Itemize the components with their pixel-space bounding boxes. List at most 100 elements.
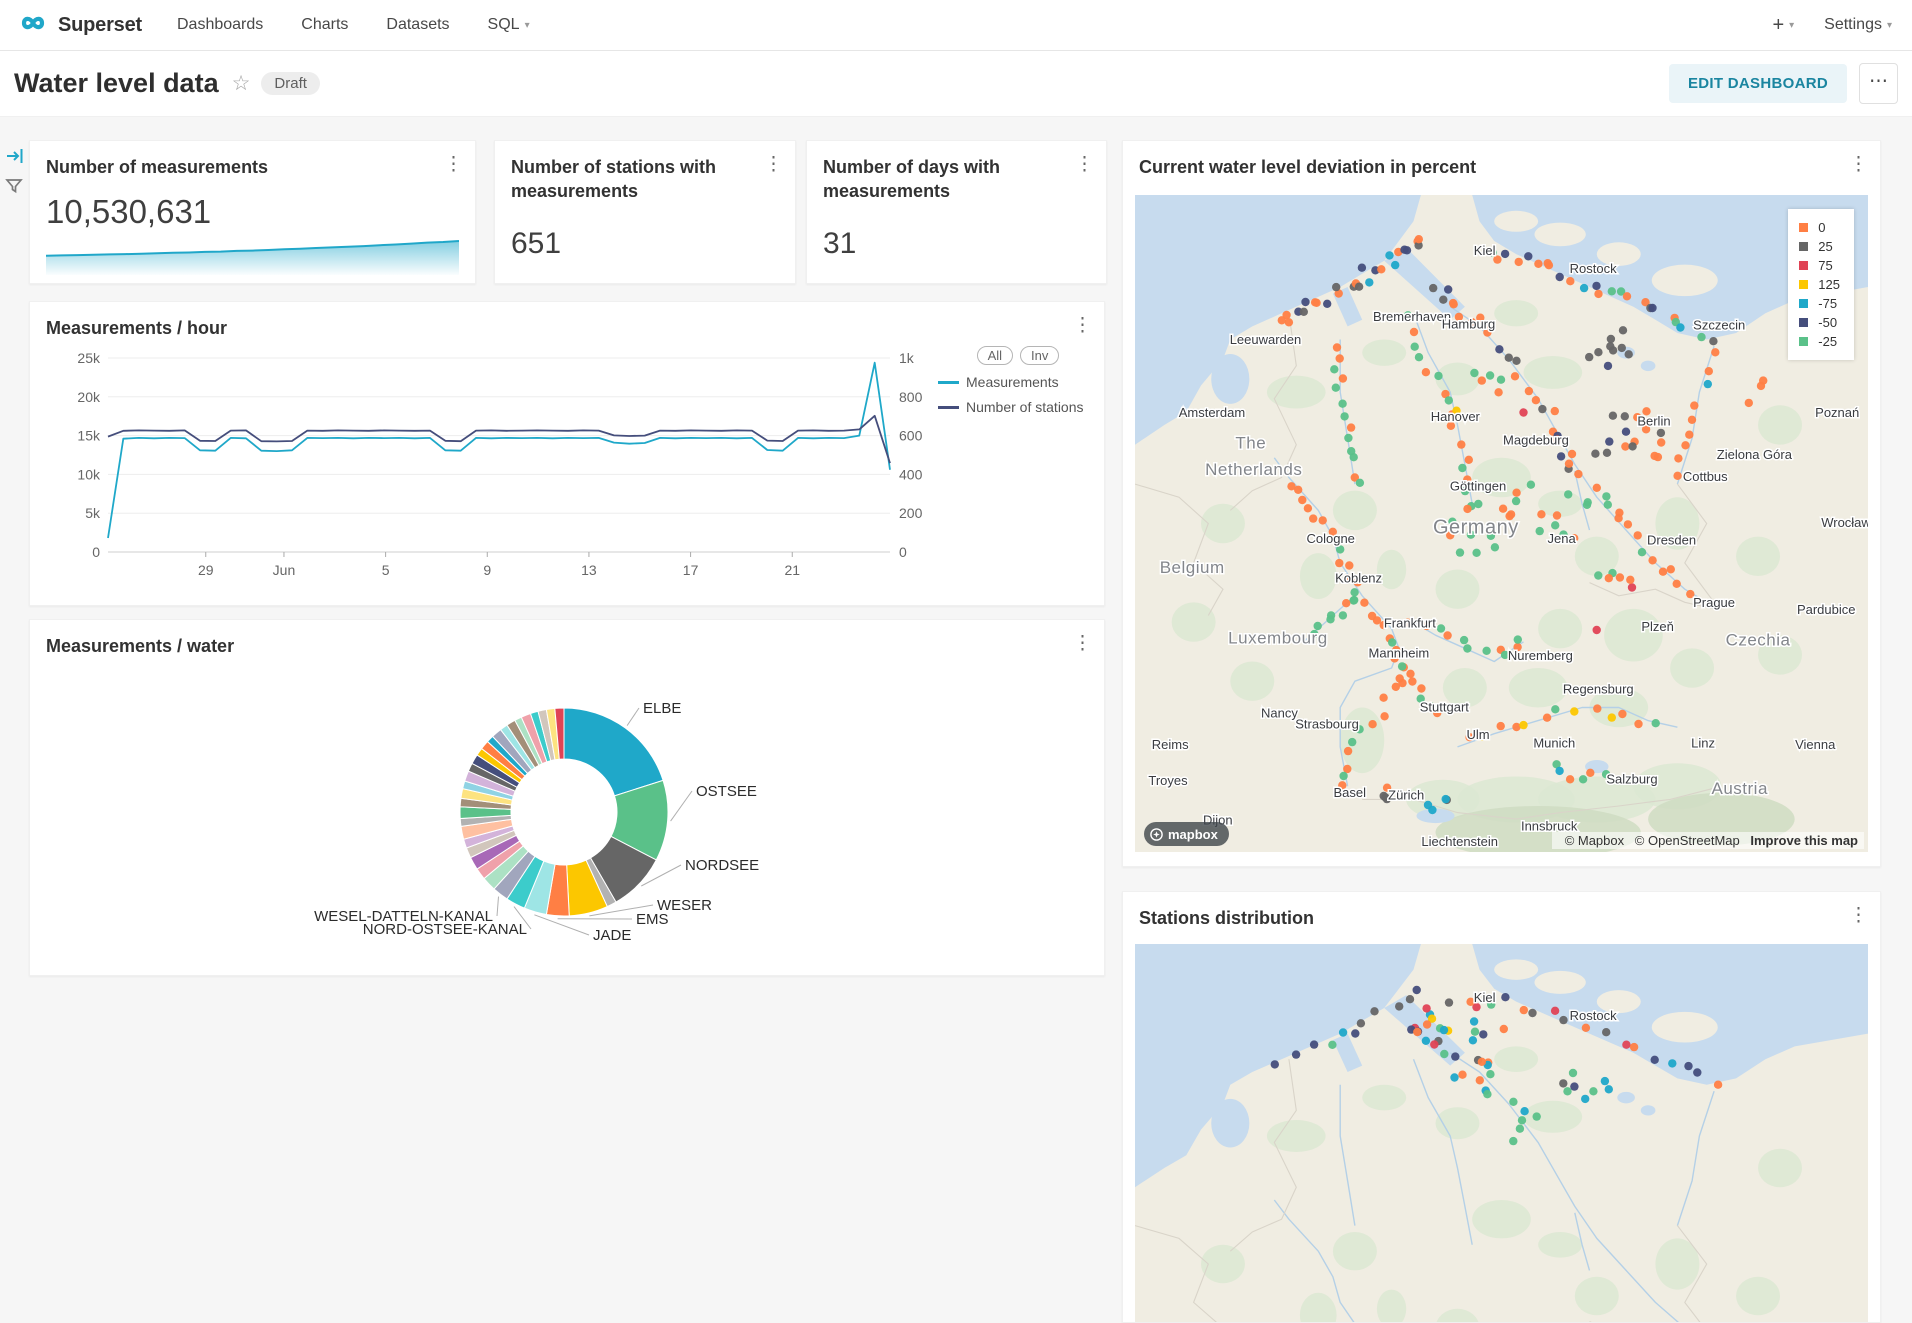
new-item-button[interactable]: +▾ <box>1772 14 1794 37</box>
station-dot <box>1520 1006 1528 1014</box>
station-dot <box>1304 504 1312 512</box>
chart-menu-icon[interactable]: ⋮ <box>1849 904 1868 927</box>
map-island <box>1652 265 1718 297</box>
mapbox-logo[interactable]: mapbox <box>1144 822 1229 846</box>
superset-logo[interactable]: Superset <box>0 12 158 39</box>
station-dot <box>1551 407 1559 415</box>
chart-menu-icon[interactable]: ⋮ <box>764 153 783 176</box>
station-dot <box>1623 292 1631 300</box>
map-green-area <box>1604 609 1663 662</box>
station-dot <box>1580 284 1588 292</box>
station-dot <box>1553 511 1561 519</box>
filter-icon[interactable] <box>5 177 25 197</box>
deviation-map[interactable]: TheNetherlandsBelgiumLuxembourgGermanyCz… <box>1135 195 1868 852</box>
station-dot <box>1292 1050 1300 1058</box>
station-dot <box>1489 248 1497 256</box>
station-dot <box>1398 662 1406 670</box>
station-dot <box>1553 436 1561 444</box>
station-dot <box>1608 713 1616 721</box>
station-dot <box>1395 1002 1403 1010</box>
station-dot <box>1594 571 1602 579</box>
station-dot <box>1509 1137 1517 1145</box>
filter-rail <box>5 146 25 197</box>
station-dot <box>1463 505 1471 513</box>
osm-attribution-link[interactable]: © OpenStreetMap <box>1635 833 1740 848</box>
y-axis-left-tick: 20k <box>77 389 101 405</box>
station-dot <box>1360 599 1368 607</box>
station-dot <box>1427 703 1435 711</box>
station-dot <box>1452 407 1460 415</box>
station-dot <box>1667 565 1675 573</box>
map-legend-item: 25 <box>1799 237 1840 256</box>
station-dot <box>1608 287 1616 295</box>
map-island <box>1534 971 1585 994</box>
station-dot <box>1681 441 1689 449</box>
station-dot <box>1625 350 1633 358</box>
station-dot <box>1574 470 1582 478</box>
station-dot <box>1652 719 1660 727</box>
chart-title: Measurements / hour <box>46 316 1060 340</box>
station-dot <box>1404 619 1412 627</box>
station-dot <box>1340 412 1348 420</box>
station-dot <box>1614 514 1622 522</box>
station-dot <box>1482 647 1490 655</box>
improve-map-link[interactable]: Improve this map <box>1750 833 1858 848</box>
station-dot <box>1408 677 1416 685</box>
map-green-area <box>1758 405 1802 444</box>
station-dot <box>1385 251 1393 259</box>
chart-menu-icon[interactable]: ⋮ <box>1849 153 1868 176</box>
map-green-area <box>1523 356 1582 389</box>
favorite-star-icon[interactable]: ☆ <box>232 71 251 96</box>
legend-inv-button[interactable]: Inv <box>1020 346 1059 365</box>
station-dot <box>1555 767 1563 775</box>
station-dot <box>1332 384 1340 392</box>
settings-menu[interactable]: Settings▾ <box>1824 16 1892 34</box>
map-lake <box>1211 354 1249 404</box>
donut-chart[interactable]: ELBEOSTSEENORDSEEWESEREMSJADENORD-OSTSEE… <box>30 620 1104 975</box>
station-dot <box>1621 412 1629 420</box>
station-dot <box>1491 543 1499 551</box>
expand-filter-bar-icon[interactable] <box>5 146 25 166</box>
y-axis-right-tick: 200 <box>899 505 923 521</box>
y-axis-left-tick: 0 <box>92 544 100 560</box>
more-options-button[interactable]: ⋯ <box>1859 63 1898 104</box>
station-dot <box>1330 365 1338 373</box>
station-dot <box>1673 472 1681 480</box>
chart-menu-icon[interactable]: ⋮ <box>1073 314 1092 337</box>
nav-item-datasets[interactable]: Datasets <box>367 0 468 50</box>
pie-slice-elbe[interactable] <box>564 708 663 796</box>
chart-menu-icon[interactable]: ⋮ <box>1073 632 1092 655</box>
map-green-area <box>1758 635 1802 674</box>
y-axis-right-tick: 600 <box>899 428 923 444</box>
y-axis-right-tick: 0 <box>899 544 907 560</box>
station-dot <box>1609 412 1617 420</box>
stations-map[interactable]: KielRostock <box>1135 944 1868 1323</box>
chart-menu-icon[interactable]: ⋮ <box>1075 153 1094 176</box>
top-navbar: Superset Dashboards Charts Datasets SQL▾… <box>0 0 1912 51</box>
nav-item-dashboards[interactable]: Dashboards <box>158 0 282 50</box>
map-green-area <box>1333 1232 1377 1270</box>
chart-menu-icon[interactable]: ⋮ <box>444 153 463 176</box>
station-dot <box>1685 431 1693 439</box>
nav-item-charts[interactable]: Charts <box>282 0 367 50</box>
station-dot <box>1430 1040 1438 1048</box>
station-dot <box>1709 337 1717 345</box>
nav-menu: Dashboards Charts Datasets SQL▾ <box>158 0 549 50</box>
legend-item-measurements[interactable]: Measurements <box>938 374 1098 390</box>
map-green-area <box>1538 1232 1582 1258</box>
mapbox-attribution-link[interactable]: © Mapbox <box>1565 833 1624 848</box>
nav-item-sql[interactable]: SQL▾ <box>469 0 549 50</box>
map-green-area <box>1362 1085 1406 1111</box>
station-dot <box>1344 434 1352 442</box>
map-green-area <box>1267 376 1326 409</box>
legend-all-button[interactable]: All <box>977 346 1013 365</box>
edit-dashboard-button[interactable]: EDIT DASHBOARD <box>1669 64 1847 103</box>
station-dot <box>1494 388 1502 396</box>
station-dot <box>1515 258 1523 266</box>
legend-item-number-of-stations[interactable]: Number of stations <box>938 399 1098 415</box>
station-dot <box>1534 260 1542 268</box>
station-dot <box>1537 510 1545 518</box>
station-dot <box>1451 1052 1459 1060</box>
station-dot <box>1455 313 1463 321</box>
map-green-area <box>1758 1149 1802 1187</box>
